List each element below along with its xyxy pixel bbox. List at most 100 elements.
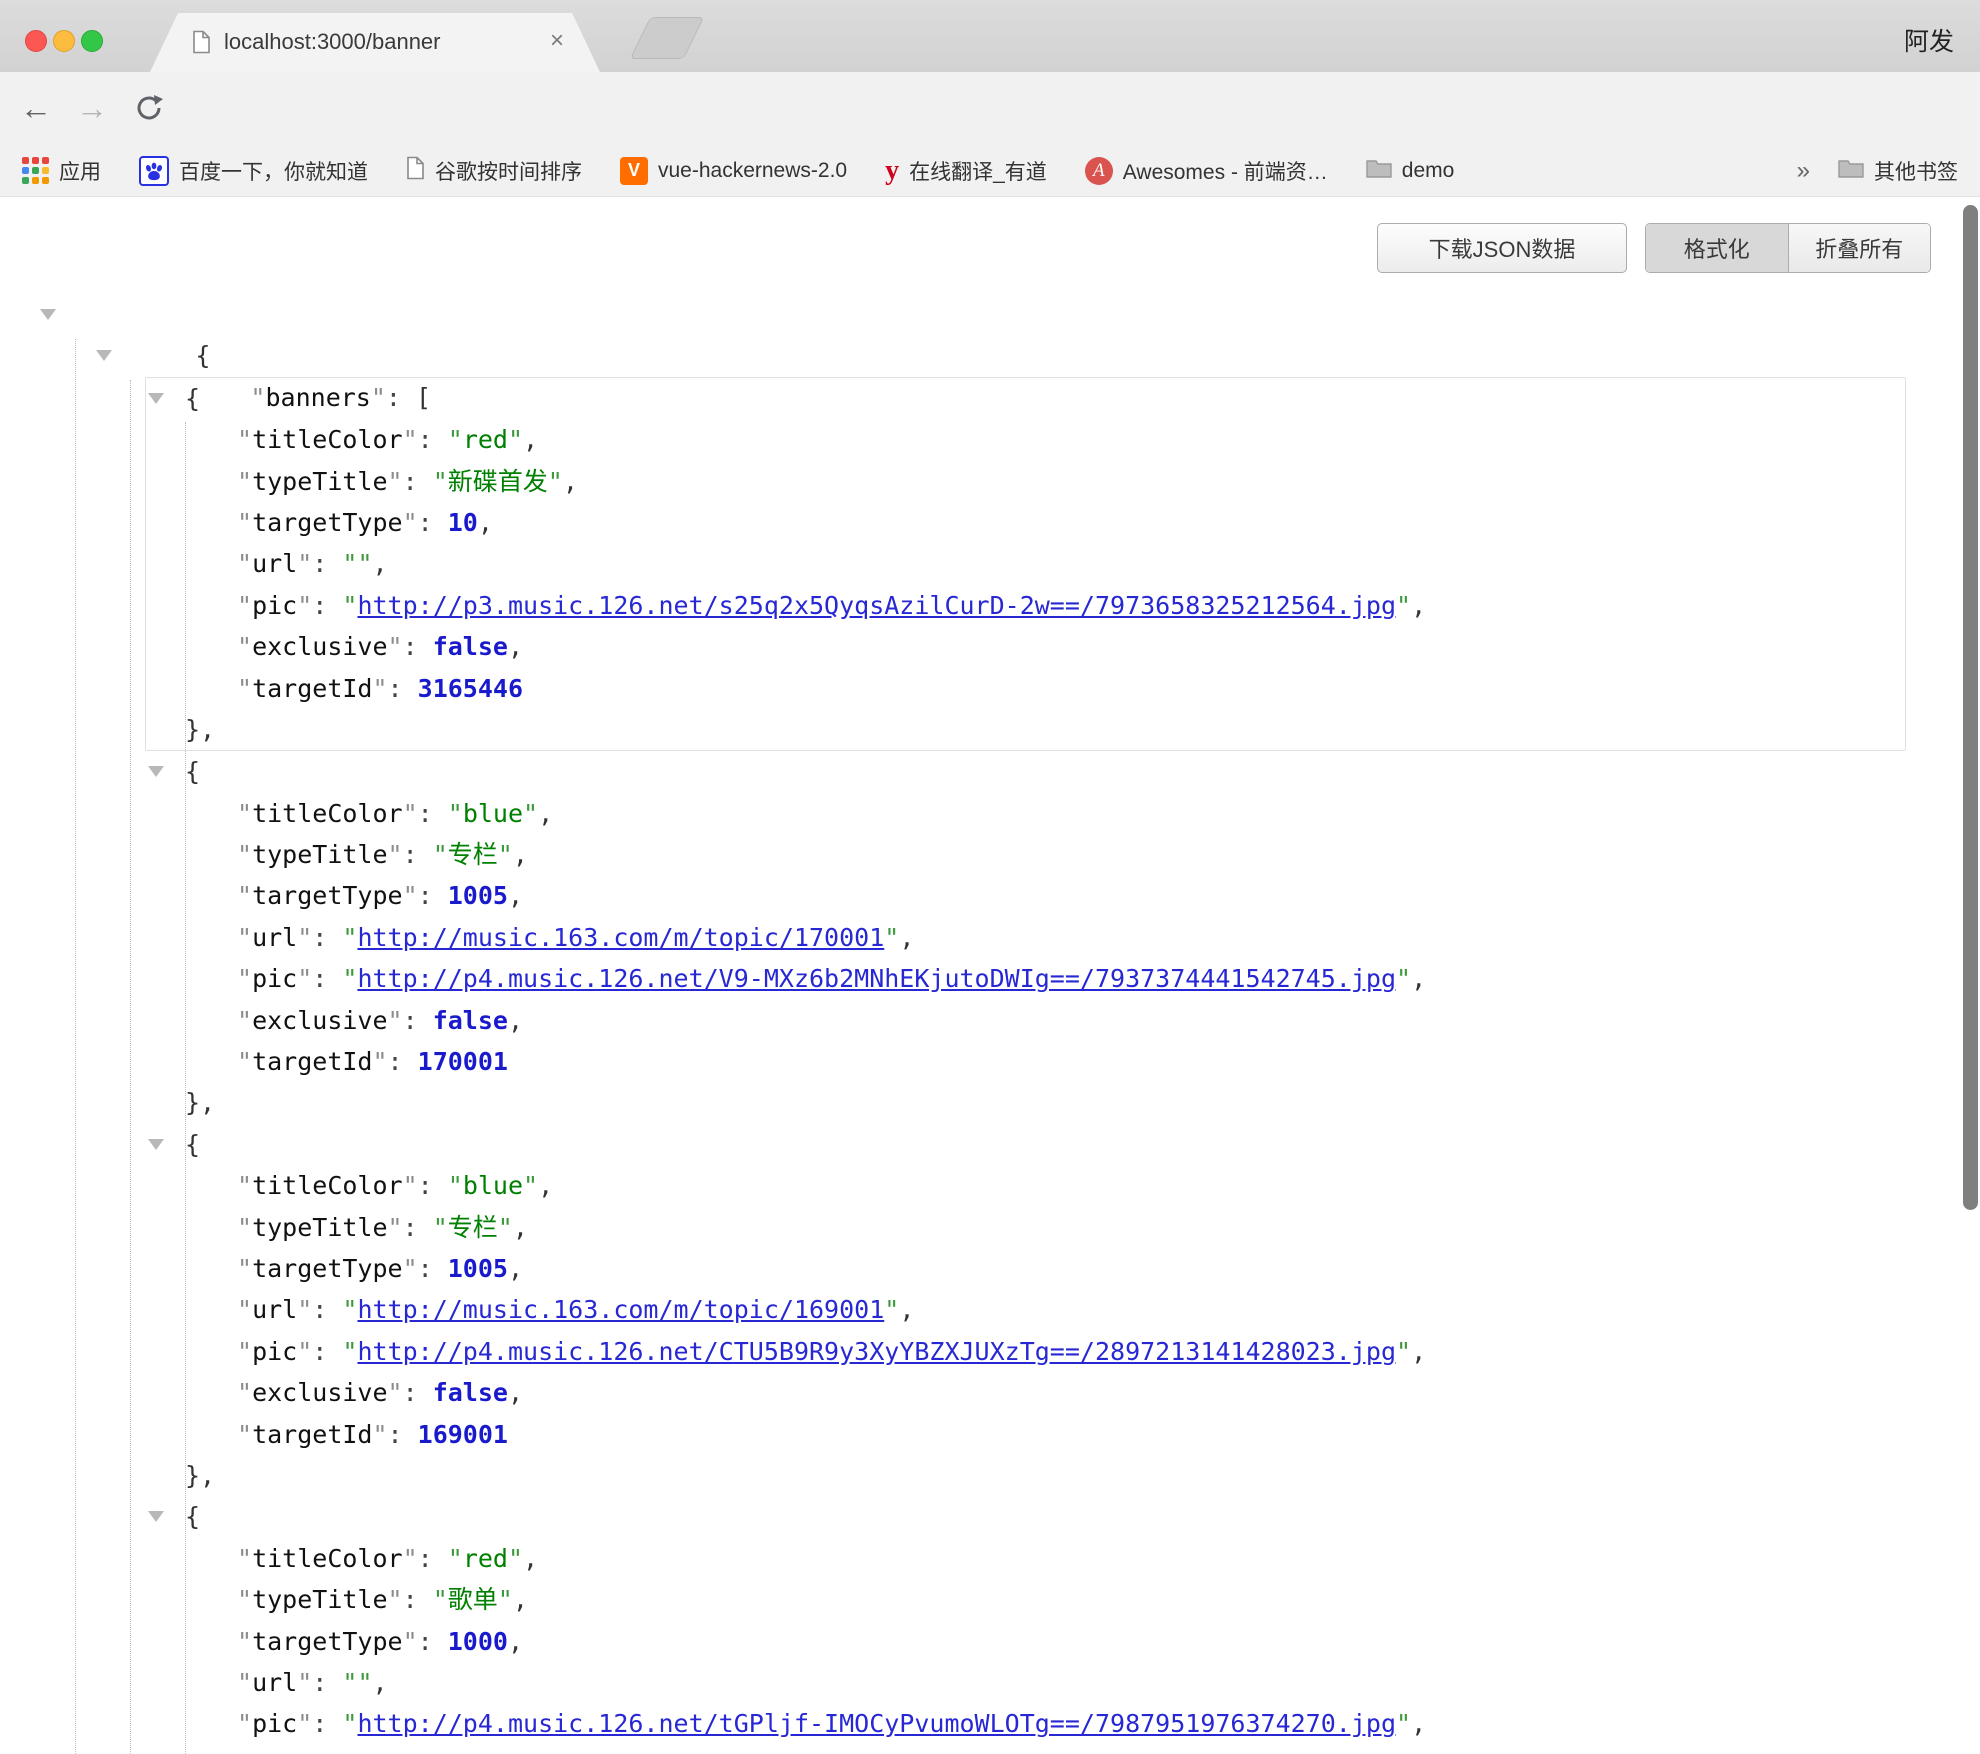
json-number-value: 3165446 [418,674,523,703]
bookmark-demo-folder[interactable]: demo [1366,157,1455,185]
json-row: "typeTitle": "歌单", [0,1579,1980,1620]
json-row: "targetType": 1005, [0,1248,1980,1289]
collapse-triangle-icon[interactable] [148,1511,164,1522]
collapse-all-button[interactable]: 折叠所有 [1789,224,1931,272]
json-key: url [252,1668,297,1697]
json-key: exclusive [252,1378,387,1407]
json-string-value: 歌单 [448,1585,498,1614]
bookmark-label: 其他书签 [1874,156,1958,186]
browser-toolbar: ← → localhost:3000/banner ✎ 英 en FE [0,72,1980,145]
bookmark-youdao[interactable]: y 在线翻译_有道 [885,156,1047,186]
json-row: "url": "", [0,1662,1980,1703]
bookmark-baidu[interactable]: 百度一下，你就知道 [139,156,368,186]
json-number-value: 1005 [448,881,508,910]
banner-object: {"titleColor": "blue","typeTitle": "专栏",… [0,751,1980,1124]
json-key: url [252,1295,297,1324]
json-key: titleColor [252,425,403,454]
page-icon [406,156,425,186]
json-link-value[interactable]: http://p4.music.126.net/V9-MXz6b2MNhEKju… [357,964,1396,993]
json-link-value[interactable]: http://music.163.com/m/topic/170001 [357,923,884,952]
json-key: pic [252,1709,297,1738]
bookmark-label: 应用 [59,156,101,186]
json-key: typeTitle [252,1213,387,1242]
json-string-value: blue [463,1171,523,1200]
json-link-value[interactable]: http://p4.music.126.net/tGPljf-IMOCyPvum… [357,1709,1396,1738]
view-mode-button-group: 格式化 折叠所有 [1645,223,1931,273]
browser-tab[interactable]: localhost:3000/banner × [150,13,600,72]
new-tab-button[interactable] [630,17,704,59]
json-row: "targetId": 170001 [0,1041,1980,1082]
json-row: "url": "http://music.163.com/m/topic/169… [0,1289,1980,1330]
json-number-value: 10 [448,508,478,537]
json-key: url [252,549,297,578]
json-key: titleColor [252,799,403,828]
json-number-value: 1005 [448,1254,508,1283]
json-string-value: blue [463,799,523,828]
json-number-value: 1000 [448,1627,508,1656]
download-json-button[interactable]: 下载JSON数据 [1377,223,1627,273]
bookmark-label: demo [1402,159,1455,183]
folder-icon [1838,157,1864,185]
json-row: "typeTitle": "新碟首发", [146,461,1905,502]
json-number-value: false [433,632,508,661]
window-close-button[interactable] [25,30,47,52]
json-row: "exclusive": false, [0,1372,1980,1413]
awesomes-icon: A [1085,157,1113,185]
folder-icon [1366,157,1392,185]
object-close-line: }, [0,1455,1980,1496]
collapse-triangle-icon[interactable] [40,309,56,320]
json-row: "exclusive": false, [0,1000,1980,1041]
banner-objects: {"titleColor": "red","typeTitle": "新碟首发"… [0,377,1980,1754]
tab-close-icon[interactable]: × [550,27,564,55]
bookmark-google-sort[interactable]: 谷歌按时间排序 [406,156,582,186]
collapse-triangle-icon[interactable] [148,1139,164,1150]
json-link-value[interactable]: http://p4.music.126.net/CTU5B9R9y3XyYBZX… [357,1337,1396,1366]
json-string-value: 专栏 [448,840,498,869]
bookmarks-bar: 应用 百度一下，你就知道 谷歌按时间排序 V vue-hackernews-2.… [0,145,1980,197]
json-key: titleColor [252,1544,403,1573]
json-row: "exclusive": false, [146,626,1905,667]
json-key: typeTitle [252,1585,387,1614]
forward-button[interactable]: → [76,89,108,127]
collapse-triangle-icon[interactable] [148,766,164,777]
page-content: 下载JSON数据 格式化 折叠所有 { "banners": [ {"title… [0,197,1980,1754]
vue-icon: V [620,157,648,185]
window-minimize-button[interactable] [53,30,75,52]
collapse-triangle-icon[interactable] [148,393,164,404]
json-banners-line: "banners": [ [0,335,1980,376]
json-row: "exclusive": false, [0,1745,1980,1754]
bookmarks-right-group: » 其他书签 [1797,156,1958,186]
window-zoom-button[interactable] [81,30,103,52]
json-key: targetId [252,1420,372,1449]
json-row: "titleColor": "red", [146,419,1905,460]
json-row: "titleColor": "blue", [0,1165,1980,1206]
json-row: "pic": "http://p3.music.126.net/s25q2x5Q… [146,585,1905,626]
object-close-line: }, [0,1082,1980,1123]
bookmark-awesomes[interactable]: A Awesomes - 前端资… [1085,156,1328,186]
reload-button[interactable] [134,93,164,131]
bookmark-vue-hackernews[interactable]: V vue-hackernews-2.0 [620,157,847,185]
json-key: exclusive [252,632,387,661]
format-button[interactable]: 格式化 [1646,224,1789,272]
json-key: typeTitle [252,840,387,869]
youdao-icon: y [885,158,899,184]
collapse-triangle-icon[interactable] [96,350,112,361]
object-open-line: { [0,751,1980,792]
bookmark-apps[interactable]: 应用 [22,156,101,186]
json-key: titleColor [252,1171,403,1200]
object-open-line: { [0,1496,1980,1537]
json-link-value[interactable]: http://music.163.com/m/topic/169001 [357,1295,884,1324]
json-tree: { "banners": [ {"titleColor": "red","typ… [0,294,1980,1754]
json-link-value[interactable]: http://p3.music.126.net/s25q2x5QyqsAzilC… [357,591,1396,620]
json-row: "pic": "http://p4.music.126.net/tGPljf-I… [0,1703,1980,1744]
json-row: "titleColor": "red", [0,1538,1980,1579]
other-bookmarks-folder[interactable]: 其他书签 [1838,156,1958,186]
bookmarks-overflow-chevron[interactable]: » [1797,157,1810,185]
tab-bar: localhost:3000/banner × 阿发 [0,0,1980,72]
json-key: targetId [252,674,372,703]
apps-grid-icon [22,157,49,184]
object-close-line: }, [146,709,1905,750]
profile-name[interactable]: 阿发 [1904,22,1954,58]
json-key: targetType [252,1627,403,1656]
back-button[interactable]: ← [20,89,52,127]
